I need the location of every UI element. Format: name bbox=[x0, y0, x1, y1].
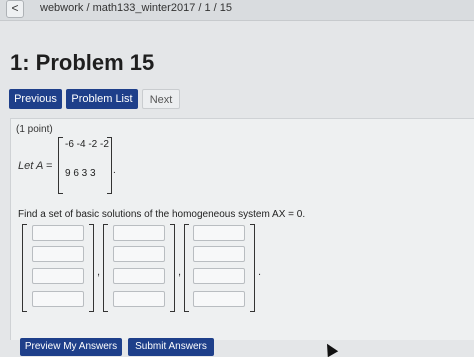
vector-3-input-2[interactable] bbox=[193, 246, 245, 262]
vector-2-input-4[interactable] bbox=[113, 291, 165, 307]
instruction-text: Find a set of basic solutions of the hom… bbox=[18, 209, 306, 220]
vector-1-input-3[interactable] bbox=[32, 268, 84, 284]
let-a-label: Let A = bbox=[18, 160, 53, 172]
vector-2-input-2[interactable] bbox=[113, 246, 165, 262]
vector-3-input-4[interactable] bbox=[193, 291, 245, 307]
vector-1-left-bracket bbox=[22, 224, 27, 312]
vector-1-input-2[interactable] bbox=[32, 246, 84, 262]
vector-2-left-bracket bbox=[103, 224, 108, 312]
problem-list-button[interactable]: Problem List bbox=[66, 89, 138, 109]
vector-3-input-1[interactable] bbox=[193, 225, 245, 241]
matrix-period: . bbox=[113, 165, 116, 176]
comma-2: , bbox=[178, 266, 182, 278]
page-title: 1: Problem 15 bbox=[10, 50, 155, 75]
vector-3-left-bracket bbox=[184, 224, 189, 312]
matrix-left-bracket bbox=[58, 137, 63, 194]
preview-answers-button[interactable]: Preview My Answers bbox=[20, 338, 122, 356]
matrix-row-2: 9 6 3 3 bbox=[65, 168, 96, 179]
end-period: . bbox=[258, 266, 262, 278]
vector-1-input-4[interactable] bbox=[32, 291, 84, 307]
vector-2-input-3[interactable] bbox=[113, 268, 165, 284]
points-label: (1 point) bbox=[16, 124, 53, 135]
vector-2-right-bracket bbox=[170, 224, 175, 312]
vector-3-right-bracket bbox=[250, 224, 255, 312]
comma-1: , bbox=[97, 266, 101, 278]
next-button[interactable]: Next bbox=[142, 89, 180, 109]
top-bar: < webwork / math133_winter2017 / 1 / 15 bbox=[0, 0, 474, 21]
breadcrumb[interactable]: webwork / math133_winter2017 / 1 / 15 bbox=[40, 2, 232, 14]
submit-answers-button[interactable]: Submit Answers bbox=[128, 338, 214, 356]
vector-1-input-1[interactable] bbox=[32, 225, 84, 241]
chevron-left-icon[interactable]: < bbox=[6, 0, 24, 18]
vector-1-right-bracket bbox=[89, 224, 94, 312]
matrix-row-1: -6 -4 -2 -2 bbox=[65, 139, 109, 150]
vector-2-input-1[interactable] bbox=[113, 225, 165, 241]
previous-button[interactable]: Previous bbox=[9, 89, 62, 109]
vector-3-input-3[interactable] bbox=[193, 268, 245, 284]
